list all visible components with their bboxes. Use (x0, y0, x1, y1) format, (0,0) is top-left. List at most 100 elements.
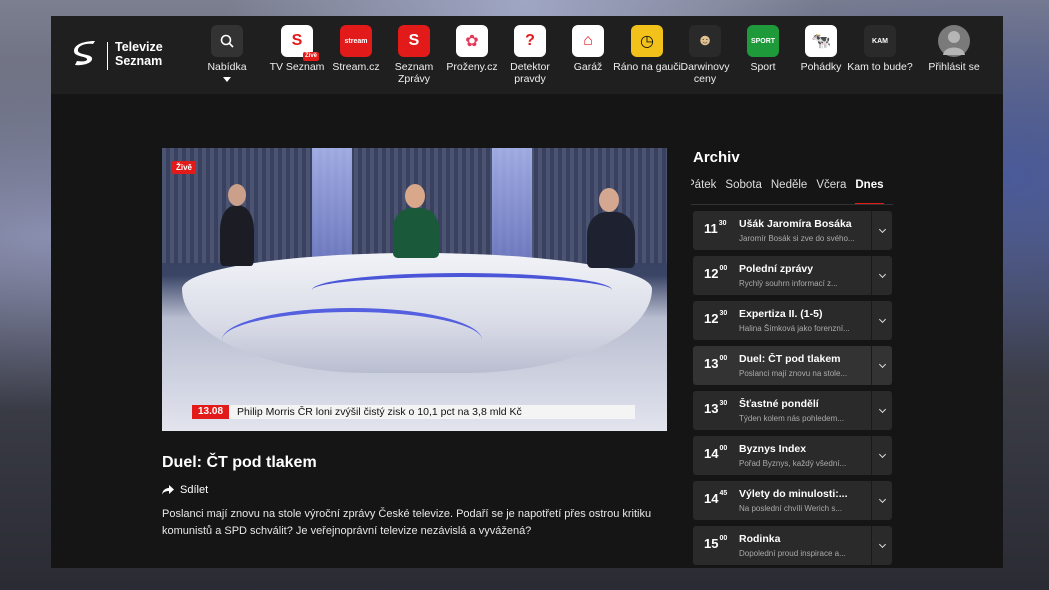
program-description: Pořad Byznys, každý všední... (739, 459, 847, 468)
share-arrow-icon (162, 485, 174, 495)
televize-seznam-logo[interactable]: Televize Seznam (71, 38, 171, 74)
channel-logo-glyph: S (408, 32, 420, 49)
program-minute: 00 (719, 265, 728, 272)
channel-logo-glyph: ☻ (696, 32, 714, 49)
news-ticker: 13.08 Philip Morris ČR loni zvýšil čistý… (192, 405, 635, 419)
program-time: 1200 (704, 265, 728, 281)
brand-name: Televize Seznam (115, 40, 163, 68)
program-item[interactable]: 1500 Rodinka Dopolední proud inspirace a..… (693, 526, 892, 565)
channel-logo-icon: ✿ (456, 25, 488, 57)
chevron-down-icon (878, 225, 886, 233)
program-time: 1130 (704, 220, 727, 236)
program-item[interactable]: 1230 Expertiza II. (1-5) Halina Šímková ja… (693, 301, 892, 340)
studio-light (312, 148, 352, 258)
expand-button[interactable] (871, 346, 892, 385)
expand-button[interactable] (871, 256, 892, 295)
program-name: Rodinka (739, 533, 781, 545)
program-name: Ušák Jaromíra Bosáka (739, 218, 852, 230)
channel-logo-icon: stream (340, 25, 372, 57)
program-item[interactable]: 1445 Výlety do minulosti:... Na poslední c… (693, 481, 892, 520)
channel-logo-glyph: ⌂ (583, 32, 593, 49)
user-avatar-icon (938, 25, 970, 57)
program-description: Poslanci mají znovu na stole... (739, 369, 848, 378)
channel-logo-glyph: KAM (872, 37, 888, 45)
program-time: 1230 (704, 310, 727, 326)
program-name: Duel: ČT pod tlakem (739, 353, 841, 365)
studio-light (492, 148, 532, 258)
program-item[interactable]: 1200 Polední zprávy Rychlý souhrn informac… (693, 256, 892, 295)
tab-dnes[interactable]: Dnes (855, 178, 884, 204)
channel-logo-icon: ☻ (689, 25, 721, 57)
expand-button[interactable] (871, 211, 892, 250)
day-tabs: Pátek Sobota Neděle Včera Dnes (691, 178, 893, 205)
expand-button[interactable] (871, 481, 892, 520)
show-title: Duel: ČT pod tlakem (162, 454, 317, 471)
desk-light-stripe (312, 273, 612, 307)
video-player[interactable]: Živě 13.08 Philip Morris ČR loni zvýšil … (162, 148, 667, 431)
tab-sobota[interactable]: Sobota (725, 178, 761, 203)
tab-včera[interactable]: Včera (816, 178, 846, 203)
host (393, 208, 439, 258)
program-description: Rychlý souhrn informací z... (739, 279, 838, 288)
program-time: 1330 (704, 400, 728, 416)
program-name: Expertiza II. (1-5) (739, 308, 823, 320)
program-minute: 00 (719, 445, 728, 452)
logo-divider (107, 42, 108, 70)
expand-button[interactable] (871, 526, 892, 565)
program-hour: 12 (704, 266, 719, 281)
program-name: Byznys Index (739, 443, 807, 455)
program-item[interactable]: 1330 Šťastné pondělí Týden kolem nás pohle… (693, 391, 892, 430)
share-label: Sdílet (180, 484, 209, 496)
program-description: Dopolední proud inspirace a... (739, 549, 846, 558)
guest-right-head (599, 188, 619, 212)
program-hour: 13 (704, 401, 719, 416)
program-time: 1400 (704, 445, 728, 461)
channel-logo-icon: SPORT (747, 25, 779, 57)
expand-button[interactable] (871, 391, 892, 430)
top-navigation-bar: Televize Seznam Nabídka S Živě TV Seznam st… (51, 16, 1003, 94)
program-hour: 15 (704, 536, 719, 551)
menu-button[interactable]: Nabídka (192, 25, 262, 82)
program-hour: 14 (704, 446, 719, 461)
channel-logo-icon: ? (514, 25, 546, 57)
tab-neděle[interactable]: Neděle (771, 178, 807, 203)
nav-item-kam-to-bude-[interactable]: KAM Kam to bude? (845, 25, 915, 73)
channel-logo-glyph: ? (525, 32, 535, 49)
channel-logo-icon: KAM (864, 25, 896, 57)
channel-logo-glyph: ◷ (640, 33, 654, 50)
program-time: 1300 (704, 355, 727, 371)
program-name: Výlety do minulosti:... (739, 488, 848, 500)
tab-pátek[interactable]: Pátek (691, 178, 716, 203)
search-icon (211, 25, 243, 57)
channel-logo-glyph: 🐄 (811, 33, 831, 50)
channel-logo-glyph: stream (344, 37, 368, 45)
expand-button[interactable] (871, 301, 892, 340)
chevron-down-icon (878, 315, 886, 323)
desk-light-stripe (222, 308, 482, 372)
program-minute: 30 (718, 220, 727, 227)
chevron-down-icon (878, 495, 886, 503)
program-name: Šťastné pondělí (739, 398, 819, 410)
program-minute: 45 (719, 490, 728, 497)
seznam-s-icon (74, 41, 95, 66)
archive-title: Archiv (693, 149, 740, 166)
program-time: 1445 (704, 490, 728, 506)
program-item[interactable]: 1130 Ušák Jaromíra Bosáka Jaromír Bosák si… (693, 211, 892, 250)
host-head (405, 184, 425, 208)
channel-logo-icon: S (398, 25, 430, 57)
ticker-time: 13.08 (192, 405, 230, 419)
guest-left (220, 206, 254, 266)
program-item[interactable]: 1400 Byznys Index Pořad Byznys, každý všed… (693, 436, 892, 475)
program-hour: 12 (704, 311, 719, 326)
channel-logo-icon: ⌂ (572, 25, 604, 57)
login-button[interactable]: Přihlásit se (919, 25, 989, 73)
program-description: Jaromír Bosák si zve do svého... (739, 234, 855, 243)
expand-button[interactable] (871, 436, 892, 475)
share-button[interactable]: Sdílet (162, 484, 208, 496)
chevron-down-icon (878, 405, 886, 413)
program-item[interactable]: 1300 Duel: ČT pod tlakem Poslanci mají zno… (693, 346, 892, 385)
program-description: Týden kolem nás pohledem... (739, 414, 844, 423)
program-time: 1500 (704, 535, 727, 551)
program-hour: 13 (704, 356, 719, 371)
program-minute: 30 (719, 400, 728, 407)
